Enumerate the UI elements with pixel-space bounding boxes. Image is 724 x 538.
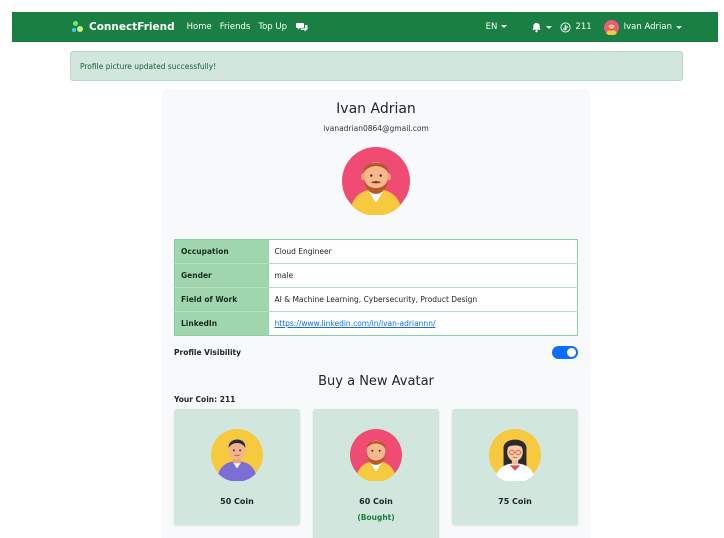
occupation-value: Cloud Engineer bbox=[268, 239, 578, 264]
user-avatar-icon bbox=[603, 19, 619, 35]
user-name: Ivan Adrian bbox=[623, 22, 672, 32]
nav-link-friends[interactable]: Friends bbox=[220, 22, 251, 32]
occupation-label: Occupation bbox=[174, 239, 269, 264]
success-alert: Profile picture updated successfully! bbox=[70, 51, 683, 81]
avatar-woman-glasses-icon bbox=[489, 429, 541, 481]
field-of-work-label: Field of Work bbox=[174, 287, 269, 312]
table-row: Gender male bbox=[174, 263, 578, 288]
language-dropdown[interactable]: EN bbox=[486, 22, 508, 32]
avatar-shop-item[interactable]: 75 Coin bbox=[452, 409, 578, 525]
toggle-knob bbox=[567, 348, 576, 357]
linkedin-link[interactable]: https://www.linkedin.com/in/ivan-adriann… bbox=[275, 319, 436, 328]
notification-dropdown[interactable] bbox=[531, 22, 553, 33]
avatar-shop-item[interactable]: 50 Coin bbox=[174, 409, 300, 525]
table-row: Field of Work AI & Machine Learning, Cyb… bbox=[174, 287, 578, 312]
linkedin-label: LinkedIn bbox=[174, 311, 269, 336]
avatar-price: 50 Coin bbox=[220, 497, 254, 506]
profile-details-table: Occupation Cloud Engineer Gender male Fi… bbox=[174, 239, 578, 336]
nav-link-home[interactable]: Home bbox=[187, 22, 212, 32]
gender-value: male bbox=[268, 263, 578, 288]
coin-balance: 211 bbox=[560, 21, 592, 33]
chevron-down-icon bbox=[676, 25, 682, 29]
alert-message: Profile picture updated successfully! bbox=[80, 61, 217, 71]
brand-icon bbox=[72, 21, 84, 33]
bell-icon bbox=[532, 22, 542, 32]
avatar-man-purple-icon bbox=[211, 429, 263, 481]
table-row: Occupation Cloud Engineer bbox=[174, 239, 578, 264]
avatar-bearded-man-icon bbox=[350, 429, 402, 481]
brand-logo[interactable]: ConnectFriend bbox=[72, 21, 175, 33]
profile-card: Ivan Adrian ivanadrian0864@gmail.com Occ… bbox=[162, 89, 590, 538]
nav-links: Home Friends Top Up bbox=[187, 22, 295, 32]
chat-icon[interactable] bbox=[296, 22, 308, 32]
table-row: LinkedIn https://www.linkedin.com/in/iva… bbox=[174, 311, 578, 336]
profile-visibility-toggle[interactable] bbox=[552, 346, 578, 359]
profile-visibility-label: Profile Visibility bbox=[174, 348, 242, 357]
brand-name: ConnectFriend bbox=[89, 21, 175, 33]
buy-avatar-title: Buy a New Avatar bbox=[318, 374, 434, 389]
user-menu-dropdown[interactable]: Ivan Adrian bbox=[603, 19, 682, 35]
profile-avatar bbox=[342, 147, 410, 215]
profile-email: ivanadrian0864@gmail.com bbox=[323, 124, 429, 133]
top-navbar: ConnectFriend Home Friends Top Up EN 211 bbox=[12, 12, 718, 42]
avatar-price: 60 Coin bbox=[359, 497, 393, 506]
chevron-down-icon bbox=[501, 25, 508, 28]
field-of-work-value: AI & Machine Learning, Cybersecurity, Pr… bbox=[268, 287, 578, 312]
coin-icon bbox=[560, 21, 571, 33]
nav-link-top-up[interactable]: Top Up bbox=[258, 22, 287, 32]
your-coin-label: Your Coin: 211 bbox=[174, 395, 236, 404]
avatar-shop-item[interactable]: 60 Coin (Bought) bbox=[313, 409, 439, 538]
chevron-down-icon bbox=[546, 25, 553, 29]
avatar-price: 75 Coin bbox=[498, 497, 532, 506]
nav-right: EN 211 Ivan Adrian bbox=[486, 19, 682, 35]
coin-count: 211 bbox=[575, 22, 592, 32]
gender-label: Gender bbox=[174, 263, 269, 288]
avatar-bought-status: (Bought) bbox=[357, 513, 395, 522]
profile-name: Ivan Adrian bbox=[336, 101, 416, 117]
